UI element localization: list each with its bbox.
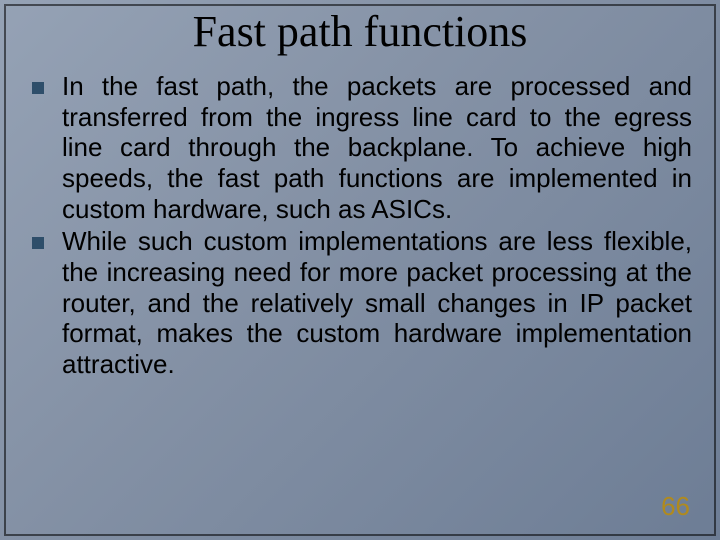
bullet-text: While such custom implementations are le… [62,226,692,379]
page-number: 66 [661,491,690,522]
bullet-item: In the fast path, the packets are proces… [20,71,692,224]
square-bullet-icon [32,237,44,249]
slide: Fast path functions In the fast path, th… [0,0,720,540]
slide-title: Fast path functions [0,0,720,57]
bullet-item: While such custom implementations are le… [20,226,692,379]
bullet-text: In the fast path, the packets are proces… [62,71,692,224]
square-bullet-icon [32,82,44,94]
slide-body: In the fast path, the packets are proces… [0,57,720,380]
